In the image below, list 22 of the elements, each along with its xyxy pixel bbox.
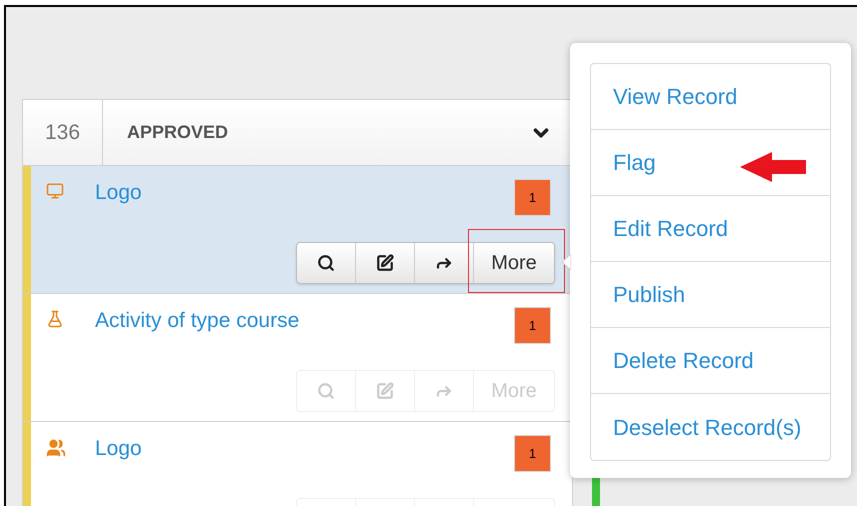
status-stripe: [592, 478, 600, 506]
menu-item[interactable]: Deselect Record(s): [591, 394, 830, 460]
column-count: 136: [23, 100, 103, 165]
edit-icon: [376, 382, 394, 400]
menu-item[interactable]: Delete Record: [591, 328, 830, 394]
users-icon: [46, 438, 66, 458]
count-badge: 1: [514, 179, 551, 216]
flask-icon: [46, 310, 64, 328]
menu-item[interactable]: View Record: [591, 64, 830, 130]
more-button[interactable]: More: [474, 243, 554, 283]
menu-item[interactable]: Publish: [591, 262, 830, 328]
record-row[interactable]: Logo 1 More: [23, 166, 572, 294]
search-icon: [317, 382, 335, 400]
edit-icon: [376, 254, 394, 272]
count-badge: 1: [514, 435, 551, 472]
record-title-link[interactable]: Logo: [95, 179, 514, 207]
menu-item[interactable]: Edit Record: [591, 196, 830, 262]
search-icon: [317, 254, 335, 272]
count-badge: 1: [514, 307, 551, 344]
monitor-icon: [46, 182, 64, 200]
pointer-arrow-icon: [740, 152, 806, 182]
column-title: APPROVED: [126, 121, 230, 144]
